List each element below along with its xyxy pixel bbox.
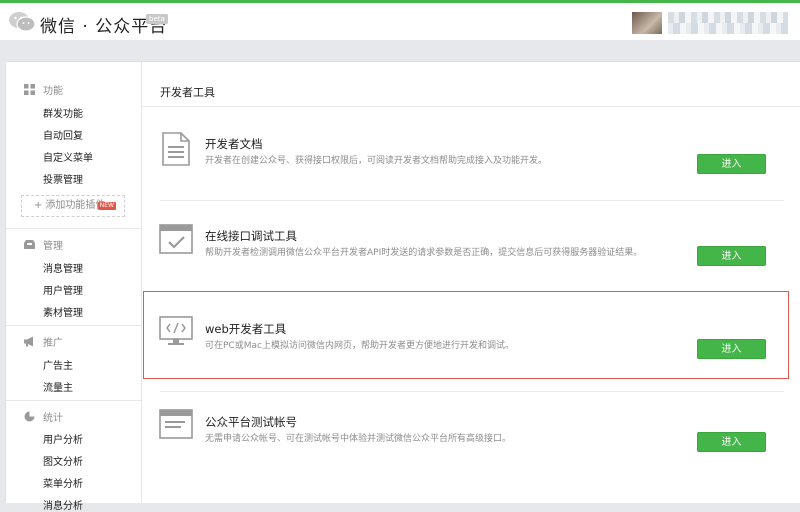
add-plugin-button[interactable]: + 添加功能插件 NEW: [21, 195, 125, 217]
browser-window-icon: [159, 409, 193, 439]
megaphone-icon: [24, 336, 33, 347]
sidebar-section-statistics: 统计: [24, 409, 63, 424]
pie-icon: [24, 411, 35, 422]
new-badge: NEW: [97, 202, 116, 210]
sidebar-item-materials[interactable]: 素材管理: [43, 304, 83, 319]
monitor-code-icon: [159, 316, 193, 345]
sidebar-divider: [6, 400, 141, 401]
plus-icon: +: [34, 200, 43, 211]
enter-button[interactable]: 进入: [697, 154, 766, 174]
row-divider: [160, 391, 784, 392]
sidebar-section-manage: 管理: [24, 237, 63, 252]
sidebar-section-label: 统计: [43, 413, 63, 424]
tool-title: web开发者工具: [205, 322, 287, 336]
wechat-logo-icon: [9, 12, 36, 32]
sidebar-section-label: 推广: [43, 338, 63, 349]
sidebar-item-user-analysis[interactable]: 用户分析: [43, 431, 83, 446]
add-plugin-label: 添加功能插件: [45, 200, 106, 211]
tool-title: 公众平台测试帐号: [205, 415, 297, 429]
document-icon: [162, 132, 190, 166]
tool-title: 在线接口调试工具: [205, 229, 297, 243]
avatar[interactable]: [632, 12, 662, 34]
tool-description: 无需申请公众帐号、可在测试帐号中体验并测试微信公众平台所有高级接口。: [205, 434, 512, 444]
enter-button[interactable]: 进入: [697, 432, 766, 452]
sidebar-item-vote[interactable]: 投票管理: [43, 171, 83, 186]
sidebar-item-custom-menu[interactable]: 自定义菜单: [43, 149, 93, 164]
tool-description: 可在PC或Mac上模拟访问微信内网页，帮助开发者更方便地进行开发和调试。: [205, 341, 514, 351]
page-title: 开发者工具: [160, 86, 215, 99]
sidebar-item-auto-reply[interactable]: 自动回复: [43, 127, 83, 142]
sidebar-item-message-analysis[interactable]: 消息分析: [43, 497, 83, 512]
sidebar-item-publisher[interactable]: 流量主: [43, 379, 73, 394]
inbox-icon: [24, 240, 35, 249]
sidebar-section-promotion: 推广: [24, 334, 63, 349]
sidebar: 功能 群发功能 自动回复 自定义菜单 投票管理 + 添加功能插件 NEW 管理 消…: [6, 62, 142, 512]
sidebar-divider: [6, 228, 141, 229]
grid-icon: [24, 84, 35, 95]
sidebar-section-label: 管理: [43, 241, 63, 252]
sidebar-item-messages[interactable]: 消息管理: [43, 260, 83, 275]
sidebar-section-label: 功能: [43, 86, 63, 97]
main-panel: 开发者工具 开发者文档 开发者在创建公众号、获得接口权限后，可阅读开发者文档帮助…: [142, 62, 800, 503]
sidebar-divider: [6, 325, 141, 326]
enter-button[interactable]: 进入: [697, 246, 766, 266]
top-bar: 微信 · 公众平台 beta: [0, 0, 800, 40]
sidebar-item-article-analysis[interactable]: 图文分析: [43, 453, 83, 468]
beta-badge: beta: [146, 14, 168, 24]
sidebar-item-users[interactable]: 用户管理: [43, 282, 83, 297]
title-divider: [142, 106, 800, 107]
sidebar-item-menu-analysis[interactable]: 菜单分析: [43, 475, 83, 490]
account-name[interactable]: [668, 12, 788, 34]
sidebar-item-advertiser[interactable]: 广告主: [43, 357, 73, 372]
enter-button[interactable]: 进入: [697, 339, 766, 359]
tool-title: 开发者文档: [205, 137, 263, 151]
tool-description: 帮助开发者检测调用微信公众平台开发者API时发送的请求参数是否正确，提交信息后可…: [205, 248, 643, 258]
row-divider: [160, 200, 784, 201]
tool-description: 开发者在创建公众号、获得接口权限后，可阅读开发者文档帮助完成接入及功能开发。: [205, 156, 548, 166]
sidebar-section-function: 功能: [24, 82, 63, 97]
content-shell: 功能 群发功能 自动回复 自定义菜单 投票管理 + 添加功能插件 NEW 管理 消…: [5, 61, 800, 512]
sidebar-item-broadcast[interactable]: 群发功能: [43, 105, 83, 120]
browser-check-icon: [159, 224, 193, 254]
